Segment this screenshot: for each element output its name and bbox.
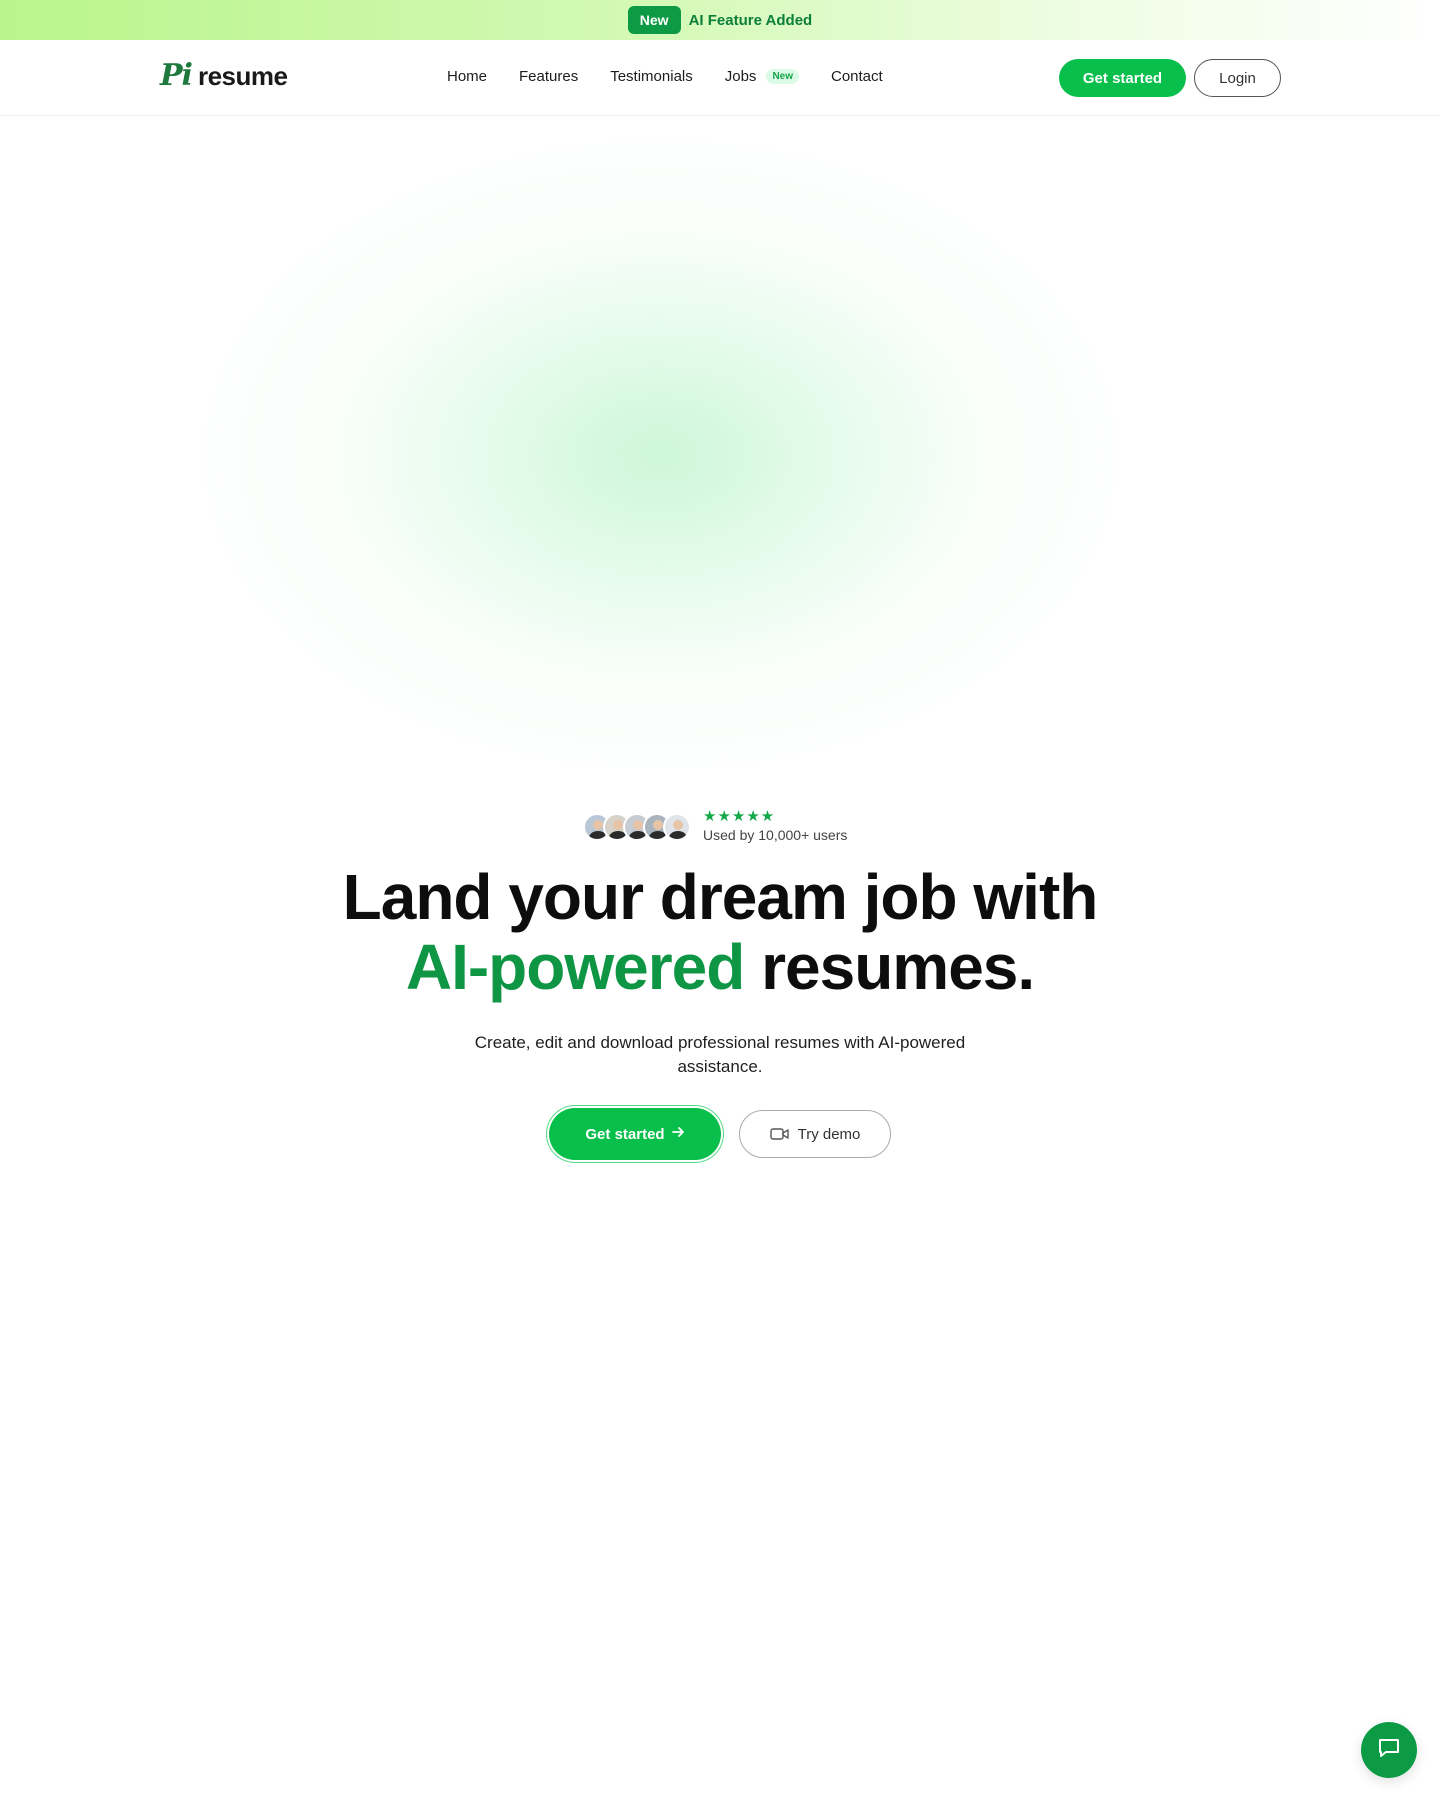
hero-background-glow — [160, 110, 1160, 800]
hero-title-line1: Land your dream job with — [342, 861, 1099, 933]
chat-bubble-icon — [1376, 1735, 1402, 1766]
nav-home[interactable]: Home — [447, 68, 487, 85]
nav-features-label: Features — [519, 68, 579, 85]
nav-contact[interactable]: Contact — [831, 68, 883, 85]
nav-home-label: Home — [447, 68, 488, 85]
announcement-badge: New — [627, 6, 681, 34]
user-count-text: Used by 10,000+ users — [703, 827, 848, 843]
nav-testimonials-label: Testimonials — [610, 68, 693, 85]
logo[interactable]: Pi resume — [160, 58, 288, 93]
rating-stars: ★★★★★ — [703, 808, 776, 825]
logo-wordmark: resume — [197, 61, 288, 91]
arrow-right-icon — [671, 1125, 685, 1143]
main-nav: Home Features Testimonials Jobs New Cont… — [447, 68, 883, 85]
login-button[interactable]: Login — [1194, 59, 1281, 97]
social-proof: ★★★★★ Used by 10,000+ users — [583, 808, 848, 843]
hero-title: Land your dream job with AI-powered resu… — [0, 862, 1440, 1002]
try-demo-button[interactable]: Try demo — [739, 1110, 891, 1158]
chat-button[interactable] — [1361, 1722, 1417, 1778]
announcement-bar[interactable]: New AI Feature Added — [0, 0, 1440, 40]
nav-jobs[interactable]: Jobs New — [725, 68, 799, 85]
nav-jobs-label: Jobs — [724, 68, 757, 85]
hero-title-line2: resumes. — [744, 931, 1035, 1003]
user-avatars — [583, 812, 691, 841]
avatar — [663, 812, 691, 841]
nav-jobs-new-badge: New — [766, 69, 799, 84]
site-header: Pi resume Home Features Testimonials Job… — [0, 40, 1440, 116]
nav-testimonials[interactable]: Testimonials — [610, 68, 693, 85]
hero-get-started-label: Get started — [585, 1125, 665, 1143]
hero-subtitle: Create, edit and download professional r… — [474, 1033, 966, 1076]
announcement-text[interactable]: AI Feature Added — [689, 12, 813, 29]
logo-mark: Pi — [160, 58, 193, 93]
hero-get-started-button[interactable]: Get started — [549, 1108, 721, 1160]
header-get-started-button[interactable]: Get started — [1059, 59, 1186, 97]
hero-title-accent: AI-powered — [405, 931, 745, 1003]
nav-contact-label: Contact — [831, 68, 883, 85]
try-demo-label: Try demo — [797, 1125, 861, 1143]
nav-features[interactable]: Features — [519, 68, 578, 85]
video-camera-icon — [769, 1127, 790, 1141]
hero-cta-row: Get started Try demo — [0, 1108, 1440, 1160]
